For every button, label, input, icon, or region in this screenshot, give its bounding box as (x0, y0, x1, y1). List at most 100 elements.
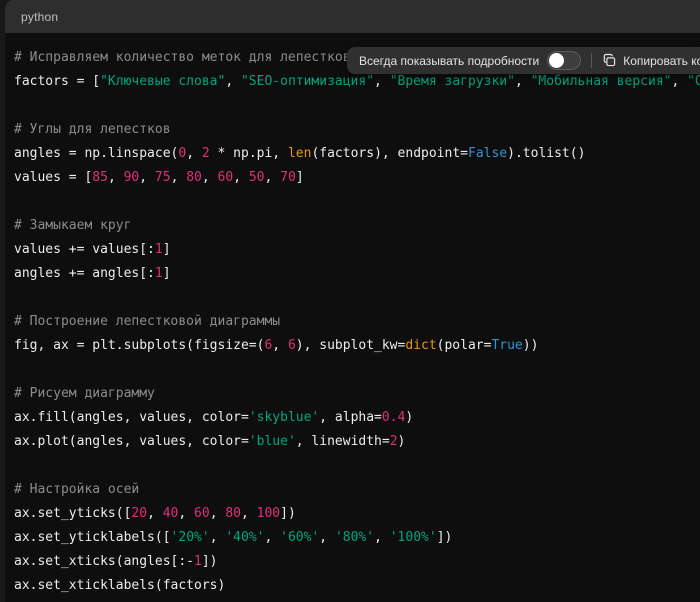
code-token: 1 (155, 242, 163, 257)
code-token: 60 (218, 170, 234, 185)
code-token: 2 (202, 146, 210, 161)
code-token: dict (405, 338, 436, 353)
code-token: , (202, 170, 218, 185)
code-token: (factors), endpoint= (311, 146, 468, 161)
code-token: 2 (390, 434, 398, 449)
code-token: angles = np.linspace( (14, 146, 178, 161)
code-token: , (264, 530, 280, 545)
code-token: values = [ (14, 170, 92, 185)
code-token: 100 (257, 506, 280, 521)
code-token: , (319, 530, 335, 545)
code-token: 0.4 (382, 410, 405, 425)
code-line: ax.set_yticklabels(['20%', '40%', '60%',… (14, 526, 694, 550)
code-token: '60%' (280, 530, 319, 545)
code-token: # Построение лепестковой диаграммы (14, 314, 280, 329)
code-token: "Время загрузки" (390, 74, 515, 89)
code-token: , (171, 170, 187, 185)
language-label: python (21, 10, 58, 24)
code-token: 70 (280, 170, 296, 185)
code-line: # Построение лепестковой диаграммы (14, 310, 694, 334)
code-token: ), subplot_kw= (296, 338, 406, 353)
code-token: , (186, 146, 202, 161)
code-token: 6 (288, 338, 296, 353)
code-token: ] (163, 242, 171, 257)
code-line: ax.set_yticks([20, 40, 60, 80, 100]) (14, 502, 694, 526)
code-token: , (210, 530, 226, 545)
code-token: 50 (249, 170, 265, 185)
code-token: '40%' (225, 530, 264, 545)
code-token: ) (398, 434, 406, 449)
code-token: ax.set_xticklabels(factors) (14, 578, 225, 593)
code-token: , (241, 506, 257, 521)
code-line: ax.set_xticks(angles[:-1]) (14, 550, 694, 574)
code-token: '100%' (390, 530, 437, 545)
code-token: # Настройка осей (14, 482, 139, 497)
copy-code-label: Копировать код (623, 54, 700, 68)
code-token: 80 (186, 170, 202, 185)
code-token: "SEO-оптимизация" (241, 74, 374, 89)
code-token: , alpha= (319, 410, 382, 425)
code-token: ] (163, 266, 171, 281)
code-token: 80 (225, 506, 241, 521)
copy-code-button[interactable]: Копировать код (602, 53, 700, 68)
code-token: "От (687, 74, 700, 89)
code-token: 'skyblue' (249, 410, 319, 425)
toggle-knob (549, 53, 564, 68)
code-token: ) (405, 410, 413, 425)
code-token: ax.set_yticks([ (14, 506, 131, 521)
code-line (14, 190, 694, 214)
code-content: # Исправляем количество меток для лепест… (5, 33, 700, 598)
code-line: # Рисуем диаграмму (14, 382, 694, 406)
code-token: len (288, 146, 311, 161)
code-token: 90 (124, 170, 140, 185)
code-line (14, 454, 694, 478)
code-token: ax.plot(angles, values, color= (14, 434, 249, 449)
code-token: , (139, 170, 155, 185)
code-token: ]) (437, 530, 453, 545)
code-token: ] (296, 170, 304, 185)
code-token: , (515, 74, 531, 89)
code-line: fig, ax = plt.subplots(figsize=(6, 6), s… (14, 334, 694, 358)
code-token: ax.fill(angles, values, color= (14, 410, 249, 425)
code-token: * np.pi, (210, 146, 288, 161)
code-line: # Настройка осей (14, 478, 694, 502)
code-token: 40 (163, 506, 179, 521)
code-line (14, 286, 694, 310)
code-token: , (374, 74, 390, 89)
code-token: ).tolist() (507, 146, 585, 161)
code-token: , (265, 170, 281, 185)
code-line: # Углы для лепестков (14, 118, 694, 142)
code-token: )) (523, 338, 539, 353)
code-token: , (108, 170, 124, 185)
always-show-details-label: Всегда показывать подробности (359, 54, 539, 68)
code-token: False (468, 146, 507, 161)
code-token: 1 (194, 554, 202, 569)
code-token: # Замыкаем круг (14, 218, 131, 233)
code-block-header: python (5, 0, 700, 33)
code-token: ]) (280, 506, 296, 521)
code-token: , (374, 530, 390, 545)
code-token: values += values[: (14, 242, 155, 257)
code-token: 75 (155, 170, 171, 185)
code-token: ax.set_yticklabels([ (14, 530, 171, 545)
code-token: ax.set_xticks(angles[:- (14, 554, 194, 569)
code-toolbar: Всегда показывать подробности Копировать… (347, 47, 700, 74)
code-token: , (671, 74, 687, 89)
code-token: '80%' (335, 530, 374, 545)
code-line: # Замыкаем круг (14, 214, 694, 238)
code-token: 85 (92, 170, 108, 185)
code-token: angles += angles[: (14, 266, 155, 281)
code-token: (polar= (437, 338, 492, 353)
code-token: # Исправляем количество меток для лепест… (14, 50, 351, 65)
code-token: ]) (202, 554, 218, 569)
code-token: , (233, 170, 249, 185)
always-show-details-toggle[interactable] (547, 51, 581, 70)
code-token: , (210, 506, 226, 521)
code-token: 1 (155, 266, 163, 281)
toolbar-divider (591, 53, 592, 68)
code-block: python # Исправляем количество меток для… (5, 0, 700, 602)
code-line: angles += angles[:1] (14, 262, 694, 286)
code-token: # Углы для лепестков (14, 122, 171, 137)
code-token: , (225, 74, 241, 89)
code-token: # Рисуем диаграмму (14, 386, 155, 401)
